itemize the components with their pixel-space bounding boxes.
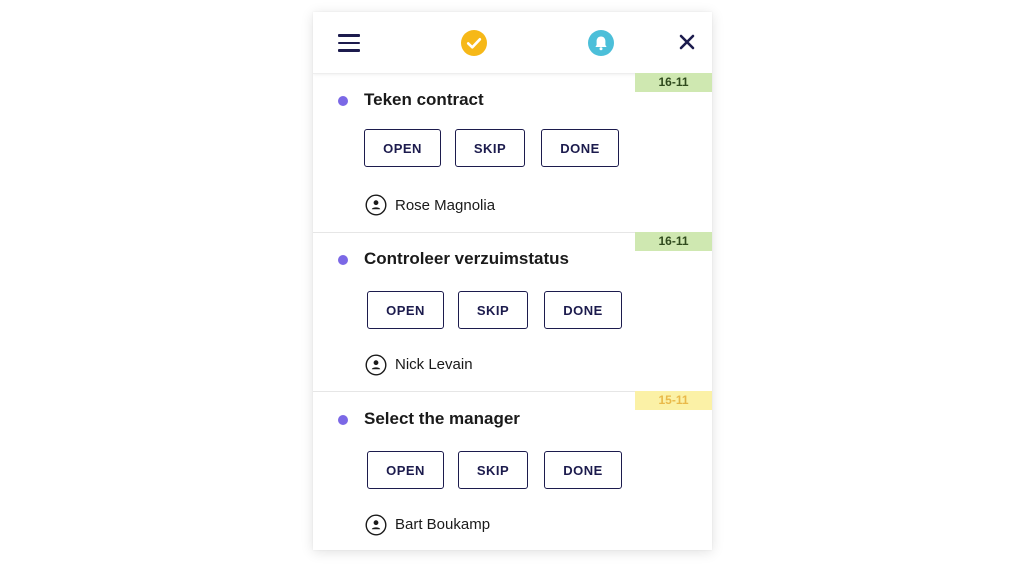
done-button[interactable]: DONE	[544, 451, 622, 489]
panel-header	[313, 12, 712, 74]
status-bullet	[338, 415, 348, 425]
hamburger-menu-icon[interactable]	[338, 34, 360, 52]
skip-button[interactable]: SKIP	[458, 291, 528, 329]
user-icon	[365, 194, 387, 216]
date-badge: 15-11	[635, 391, 712, 410]
close-icon[interactable]	[679, 34, 695, 50]
user-icon	[365, 514, 387, 536]
skip-button[interactable]: SKIP	[455, 129, 525, 167]
task-title: Select the manager	[364, 409, 520, 428]
done-button[interactable]: DONE	[541, 129, 619, 167]
task-panel: 16-11 Teken contract OPEN SKIP DONE Rose…	[313, 12, 712, 550]
user-icon	[365, 354, 387, 376]
done-button[interactable]: DONE	[544, 291, 622, 329]
skip-button[interactable]: SKIP	[458, 451, 528, 489]
task-title: Controleer verzuimstatus	[364, 249, 569, 268]
task-card: 15-11 Select the manager OPEN SKIP DONE …	[313, 391, 712, 550]
assignee-name: Bart Boukamp	[395, 516, 491, 533]
open-button[interactable]: OPEN	[367, 451, 444, 489]
date-badge: 16-11	[635, 232, 712, 251]
open-button[interactable]: OPEN	[364, 129, 441, 167]
open-button[interactable]: OPEN	[367, 291, 444, 329]
task-card: 16-11 Controleer verzuimstatus OPEN SKIP…	[313, 232, 712, 392]
status-bullet	[338, 96, 348, 106]
bell-icon[interactable]	[588, 30, 614, 56]
status-bullet	[338, 255, 348, 265]
task-title: Teken contract	[364, 90, 484, 109]
assignee-name: Rose Magnolia	[395, 197, 496, 214]
date-badge: 16-11	[635, 73, 712, 92]
task-card: 16-11 Teken contract OPEN SKIP DONE Rose…	[313, 73, 712, 233]
check-circle-icon[interactable]	[461, 30, 487, 56]
assignee-name: Nick Levain	[395, 356, 473, 373]
